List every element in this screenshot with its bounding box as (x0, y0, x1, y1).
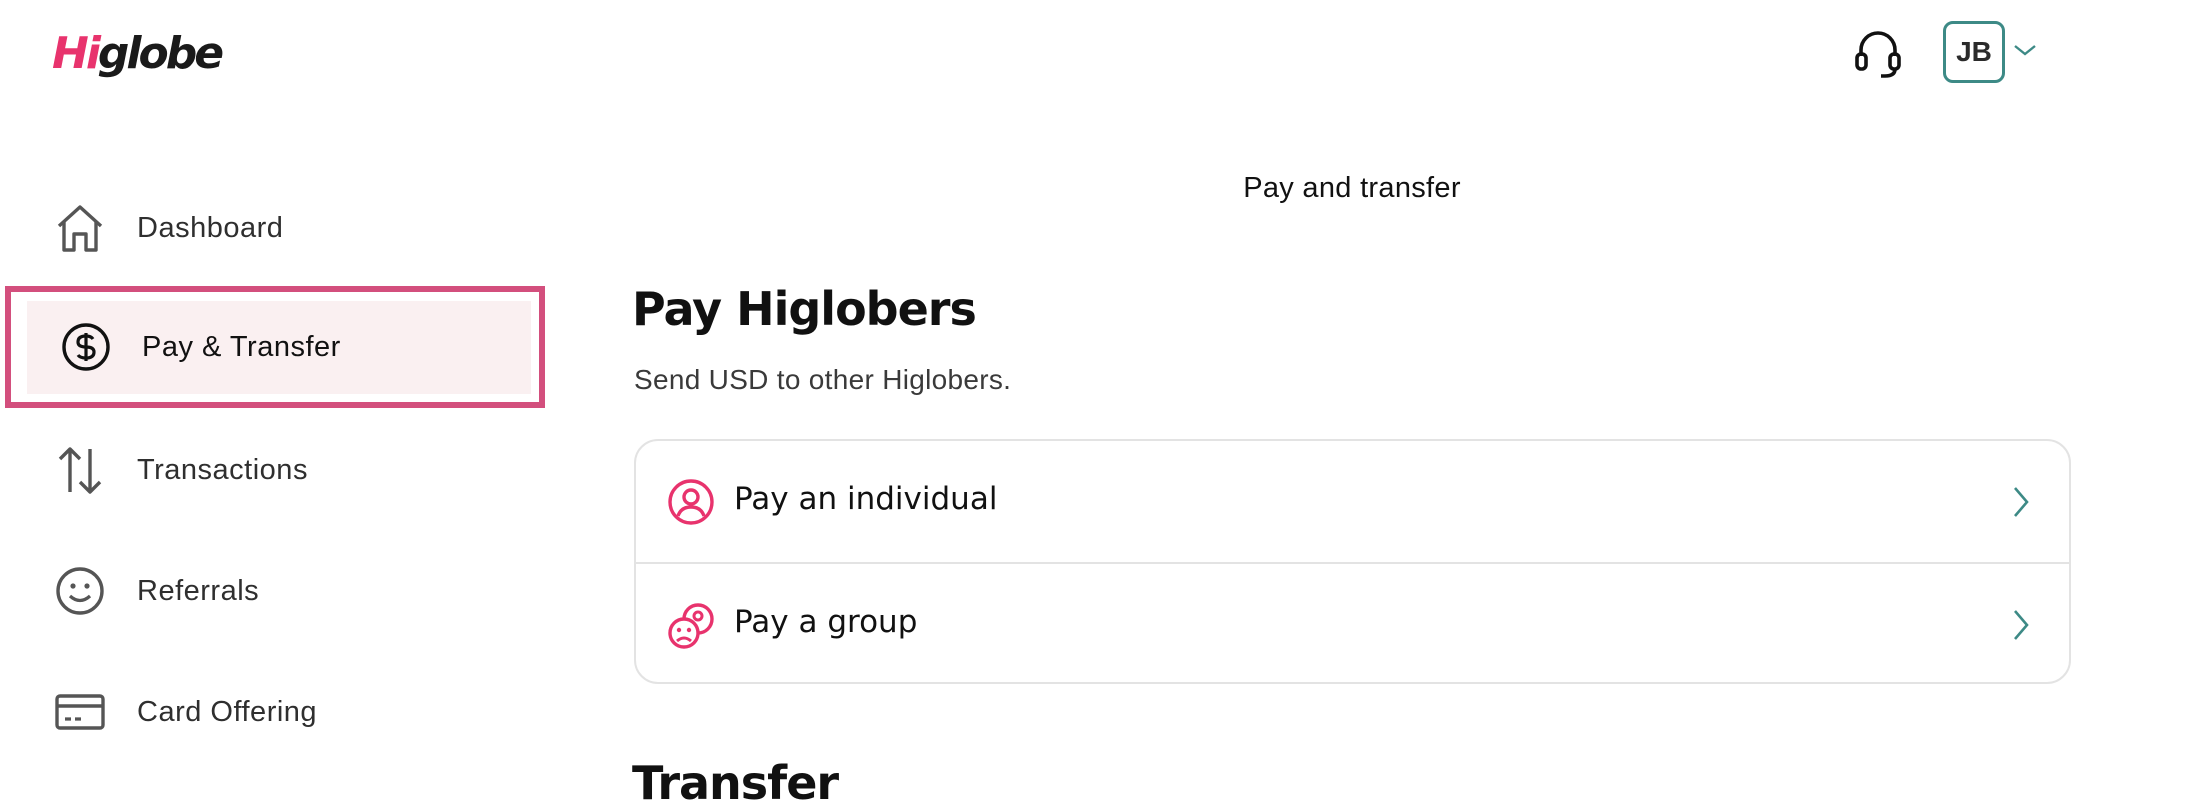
chevron-right-icon (2011, 608, 2031, 642)
pay-group-label: Pay a group (734, 604, 918, 640)
group-icon (667, 601, 715, 649)
pay-individual-row[interactable]: Pay an individual (636, 441, 2069, 562)
transfer-section-title: Transfer (632, 756, 839, 810)
sidebar-item-label: Card Offering (137, 695, 318, 728)
credit-card-icon (54, 686, 106, 738)
sidebar-item-label: Referrals (137, 574, 260, 607)
smiley-icon (54, 565, 106, 617)
arrows-up-down-icon (54, 444, 106, 496)
higlobe-logo[interactable]: Higlobe (52, 24, 232, 84)
sidebar-item-label: Transactions (137, 453, 308, 486)
page-title: Pay and transfer (1243, 172, 1461, 204)
pay-individual-label: Pay an individual (734, 481, 998, 517)
sidebar-item-dashboard[interactable]: Dashboard (0, 178, 552, 278)
pay-options-card: Pay an individual Pay a group (634, 439, 2071, 684)
logo-globe-text: globe (97, 28, 224, 79)
sidebar-item-label: Pay & Transfer (142, 330, 341, 363)
pay-section-title: Pay Higlobers (632, 282, 977, 336)
dollar-circle-icon (60, 321, 112, 373)
sidebar-item-transactions[interactable]: Transactions (0, 420, 552, 520)
person-circle-icon (667, 478, 715, 526)
logo-hi-text: Hi (52, 28, 101, 79)
chevron-down-icon[interactable] (2012, 40, 2038, 60)
headset-icon[interactable] (1851, 26, 1905, 80)
user-avatar[interactable]: JB (1943, 21, 2005, 83)
sidebar-item-card-offering[interactable]: Card Offering (0, 662, 552, 762)
sidebar-item-pay-transfer[interactable]: Pay & Transfer (5, 286, 545, 408)
sidebar-item-referrals[interactable]: Referrals (0, 541, 552, 641)
pay-group-row[interactable]: Pay a group (636, 562, 2069, 682)
home-icon (54, 202, 106, 254)
chevron-right-icon (2011, 485, 2031, 519)
pay-section-subtitle: Send USD to other Higlobers. (634, 364, 1012, 395)
sidebar-item-label: Dashboard (137, 211, 284, 244)
